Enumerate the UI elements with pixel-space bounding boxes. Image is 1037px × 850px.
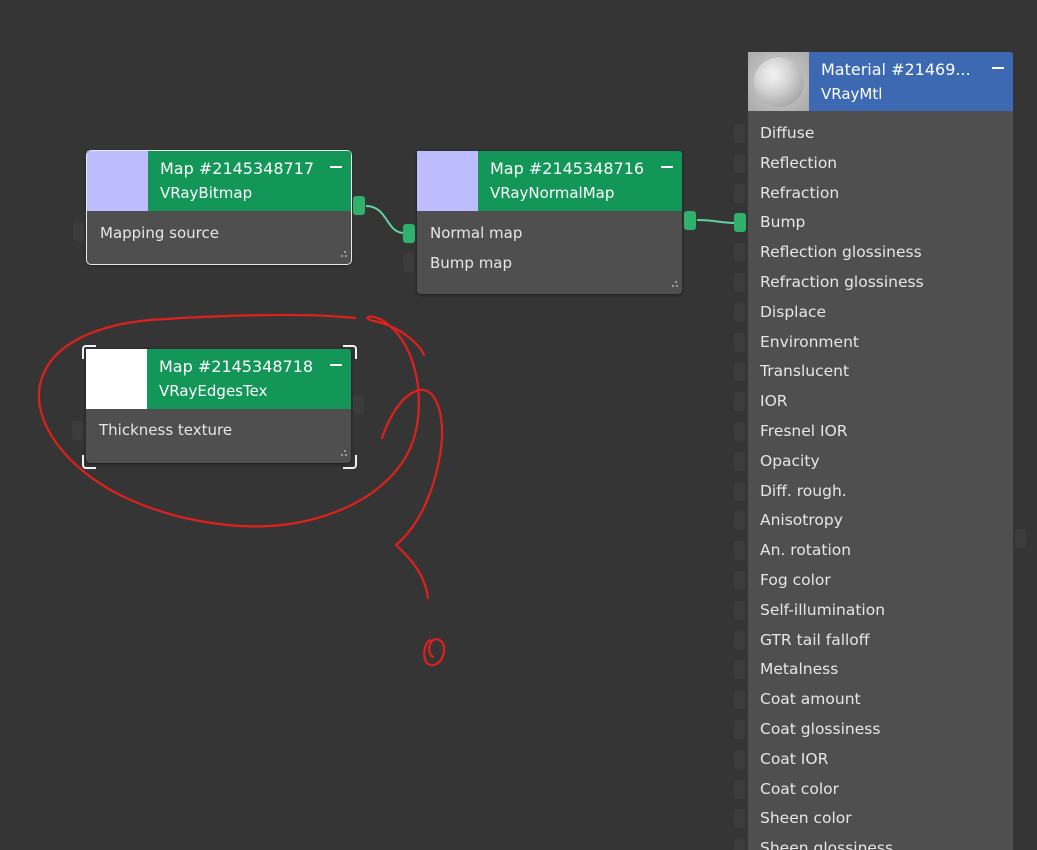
output-port-normalmap[interactable] <box>684 211 696 230</box>
node-title: Map #2145348717 <box>160 159 315 178</box>
material-input-port-gtr-tail-falloff[interactable] <box>734 630 745 650</box>
material-input-port-reflection[interactable] <box>734 153 745 173</box>
selection-corner <box>343 455 357 469</box>
node-type: VRayBitmap <box>160 184 253 202</box>
node-type: VRayMtl <box>821 85 883 103</box>
material-input-port-coat-glossiness[interactable] <box>734 720 745 739</box>
material-input-label-displace: Displace <box>760 302 827 321</box>
input-label-mapping-source: Mapping source <box>100 224 219 242</box>
material-input-port-displace[interactable] <box>734 302 745 322</box>
input-label-thickness-texture: Thickness texture <box>99 421 233 439</box>
output-port-material[interactable] <box>1015 529 1026 548</box>
node-title: Material #21469... <box>821 60 971 79</box>
material-input-label-sheen-color: Sheen color <box>760 809 852 828</box>
material-input-label-bump: Bump <box>760 213 806 232</box>
material-input-port-opacity[interactable] <box>734 451 745 471</box>
material-input-port-refraction-glossiness[interactable] <box>734 273 745 292</box>
material-input-port-bump[interactable] <box>734 213 746 233</box>
node-header[interactable]: Material #21469... VRayMtl <box>748 52 1013 111</box>
node-title: Map #2145348718 <box>159 357 314 376</box>
material-input-port-translucent[interactable] <box>734 362 745 382</box>
input-port-thickness-texture[interactable] <box>72 421 83 440</box>
material-input-label-ior: IOR <box>760 392 788 411</box>
material-input-port-an-rotation[interactable] <box>734 541 745 561</box>
material-input-port-coat-color[interactable] <box>734 779 745 799</box>
node-type: VRayEdgesTex <box>159 382 268 400</box>
selection-corner <box>82 455 96 469</box>
material-input-label-diff-rough: Diff. rough. <box>760 481 847 500</box>
resize-grip-icon[interactable] <box>338 251 347 260</box>
material-input-label-environment: Environment <box>760 332 859 351</box>
collapse-icon[interactable] <box>992 67 1004 69</box>
collapse-icon[interactable] <box>330 166 342 168</box>
map-swatch <box>417 151 478 211</box>
material-input-label-fresnel-ior: Fresnel IOR <box>760 422 848 440</box>
material-input-label-reflection: Reflection <box>760 153 838 172</box>
material-input-port-fog-color[interactable] <box>734 571 745 590</box>
wire-normal-to-material-bump <box>696 219 737 224</box>
material-input-label-coat-glossiness: Coat glossiness <box>760 720 881 738</box>
material-input-port-metalness[interactable] <box>734 660 745 680</box>
material-input-port-diff-rough[interactable] <box>734 481 745 501</box>
selection-corner <box>343 345 357 359</box>
material-input-label-diffuse: Diffuse <box>760 124 815 142</box>
material-preview-sphere <box>748 52 809 111</box>
node-vraybitmap[interactable]: Map #2145348717 VRayBitmap Mapping sourc… <box>86 150 352 265</box>
selection-corner <box>82 345 96 359</box>
input-label-normal-map: Normal map <box>430 224 523 242</box>
material-input-label-opacity: Opacity <box>760 451 820 470</box>
resize-grip-icon[interactable] <box>669 281 678 290</box>
node-header[interactable]: Map #2145348718 VRayEdgesTex <box>86 349 351 409</box>
material-input-label-coat-amount: Coat amount <box>760 690 861 709</box>
node-vrayedgestex[interactable]: Map #2145348718 VRayEdgesTex Thickness t… <box>86 349 351 463</box>
node-vraynormalmap[interactable]: Map #2145348716 VRayNormalMap Normal map… <box>417 151 682 294</box>
material-input-label-reflection-glossiness: Reflection glossiness <box>760 243 922 262</box>
material-input-port-fresnel-ior[interactable] <box>734 422 745 441</box>
collapse-icon[interactable] <box>330 364 342 366</box>
node-vraymtl[interactable]: Material #21469... VRayMtl Diffuse Reflec… <box>748 52 1013 850</box>
material-input-port-ior[interactable] <box>734 392 745 412</box>
material-input-label-sheen-glossiness: Sheen glossiness <box>760 839 894 850</box>
material-input-label-gtr-tail-falloff: GTR tail falloff <box>760 630 870 649</box>
input-port-normal-map[interactable] <box>403 224 415 243</box>
input-port-mapping-source[interactable] <box>73 222 84 241</box>
material-input-port-coat-amount[interactable] <box>734 690 745 710</box>
material-input-label-translucent: Translucent <box>760 362 850 381</box>
node-title: Map #2145348716 <box>490 159 645 178</box>
material-input-label-metalness: Metalness <box>760 660 839 679</box>
output-port-edgestex[interactable] <box>353 395 364 414</box>
material-input-port-coat-ior[interactable] <box>734 749 745 769</box>
input-port-bump-map[interactable] <box>403 253 414 272</box>
material-input-port-diffuse[interactable] <box>734 124 745 143</box>
material-input-label-refraction-glossiness: Refraction glossiness <box>760 273 924 291</box>
material-input-label-coat-ior: Coat IOR <box>760 749 829 768</box>
material-input-port-refraction[interactable] <box>734 183 745 203</box>
node-header[interactable]: Map #2145348717 VRayBitmap <box>87 151 351 211</box>
material-input-label-self-illumination: Self-illumination <box>760 600 886 619</box>
material-input-port-anisotropy[interactable] <box>734 511 745 531</box>
node-type: VRayNormalMap <box>490 184 615 202</box>
material-input-port-environment[interactable] <box>734 332 745 352</box>
node-editor-canvas[interactable]: Map #2145348717 VRayBitmap Mapping sourc… <box>0 0 1037 850</box>
material-input-port-sheen-color[interactable] <box>734 809 745 829</box>
output-port-bitmap[interactable] <box>353 196 365 215</box>
collapse-icon[interactable] <box>661 166 673 168</box>
node-header[interactable]: Map #2145348716 VRayNormalMap <box>417 151 682 211</box>
material-input-port-reflection-glossiness[interactable] <box>734 243 745 263</box>
material-input-label-coat-color: Coat color <box>760 779 839 798</box>
material-input-label-an-rotation: An. rotation <box>760 541 852 560</box>
map-swatch <box>87 151 148 211</box>
wire-bitmap-to-normal <box>365 205 405 234</box>
input-label-bump-map: Bump map <box>430 254 513 272</box>
material-input-label-anisotropy: Anisotropy <box>760 511 843 530</box>
material-input-label-fog-color: Fog color <box>760 571 831 589</box>
material-input-port-sheen-glossiness[interactable] <box>734 839 745 850</box>
material-input-label-refraction: Refraction <box>760 183 840 202</box>
material-input-port-self-illumination[interactable] <box>734 600 745 620</box>
